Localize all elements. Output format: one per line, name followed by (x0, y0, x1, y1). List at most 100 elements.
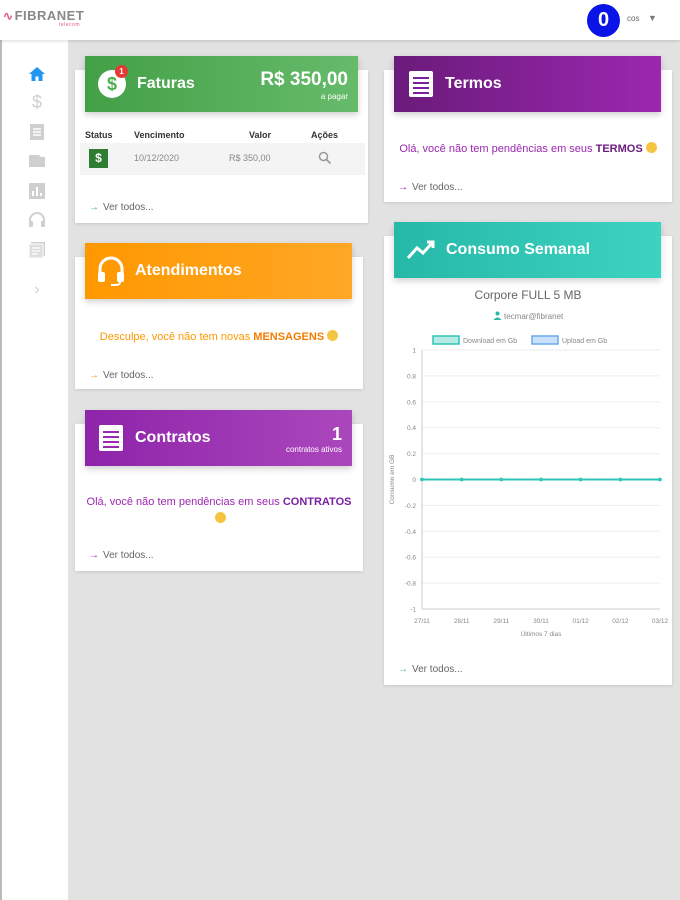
x-tick-label: 03/12 (652, 618, 669, 625)
plan-name: Corpore FULL 5 MB (474, 288, 582, 302)
y-tick-label: -0.4 (405, 529, 417, 536)
user-icon (493, 311, 502, 320)
sidebar: $ › (0, 40, 68, 900)
contratos-highlight: CONTRATOS (282, 496, 352, 508)
contratos-message: Olá, você não tem pendências em seus CON… (78, 494, 360, 528)
termos-message: Olá, você não tem pendências em seus TER… (388, 141, 668, 158)
faturas-title: Faturas (137, 75, 195, 92)
atendimentos-highlight: MENSAGENS (253, 331, 325, 343)
document-icon[interactable] (27, 122, 47, 142)
login-line: tecmar@fibranet (384, 311, 672, 321)
dollar-circle-icon: $ 1 (97, 65, 128, 99)
data-point (539, 477, 543, 482)
contratos-ver-todos-link[interactable]: → Ver todos... (89, 550, 154, 561)
legend-swatch (432, 335, 460, 345)
data-point (658, 477, 662, 482)
atendimentos-header[interactable]: Atendimentos (85, 243, 352, 299)
x-axis-label: Últimos 7 dias (521, 629, 563, 638)
contratos-count-sub: contratos ativos (285, 445, 342, 454)
search-icon[interactable] (318, 151, 332, 165)
x-tick-label: 27/11 (414, 618, 430, 625)
y-tick-label: -1 (410, 607, 416, 614)
contratos-header[interactable]: Contratos 1 contratos ativos (85, 410, 352, 466)
arrow-right-icon: → (398, 664, 408, 675)
atendimentos-title: Atendimentos (135, 262, 242, 279)
y-tick-label: 0.2 (407, 451, 416, 458)
termos-highlight: TERMOS (595, 143, 643, 155)
termos-message-text: Olá, você não tem pendências em seus (399, 143, 593, 155)
atendimentos-ver-todos-link[interactable]: → Ver todos... (89, 370, 154, 381)
y-tick-label: 0.4 (407, 425, 416, 432)
contract-icon[interactable] (27, 240, 47, 260)
y-tick-label: -0.8 (405, 581, 417, 588)
login-text: tecmar@fibranet (503, 312, 564, 321)
data-point (499, 477, 504, 482)
trending-up-icon (406, 239, 436, 261)
document-list-icon (407, 70, 435, 98)
column-valor: Valor (249, 130, 272, 140)
termos-header[interactable]: Termos (394, 56, 661, 112)
y-tick-label: 0.8 (407, 373, 416, 380)
brand-name: FIBRANET (14, 8, 85, 23)
y-tick-label: -0.2 (405, 503, 417, 510)
brand-logo[interactable]: ∿FIBRANET telecom (3, 8, 85, 28)
top-bar: ∿FIBRANET telecom 0 cos ▼ (0, 0, 680, 40)
data-point (578, 477, 583, 482)
svg-text:$: $ (107, 74, 117, 94)
contratos-title: Contratos (135, 429, 211, 446)
consumo-ver-todos-link[interactable]: → Ver todos... (398, 664, 463, 675)
user-avatar[interactable]: 0 (587, 4, 620, 37)
arrow-right-icon: → (89, 202, 99, 213)
atendimentos-message: Desculpe, você não tem novas MENSAGENS (80, 329, 358, 346)
consumo-title: Consumo Semanal (446, 241, 591, 258)
y-tick-label: -0.6 (405, 555, 417, 562)
y-axis-label: Consumo em GB (389, 455, 396, 505)
smile-emoji-icon (327, 330, 339, 341)
consumo-header[interactable]: Consumo Semanal (394, 222, 661, 278)
headset-icon (97, 256, 125, 286)
caret-down-icon[interactable]: ▼ (648, 13, 657, 23)
arrow-right-icon: → (89, 370, 99, 381)
faturas-amount: R$ 350,00 (260, 69, 348, 90)
y-tick-label: 0 (412, 477, 416, 484)
status-paid-icon: $ (89, 149, 108, 168)
chevron-right-icon[interactable]: › (27, 280, 47, 300)
ver-todos-label: Ver todos... (103, 370, 154, 381)
legend-swatch (531, 335, 559, 345)
y-tick-label: 0.6 (407, 399, 416, 406)
x-tick-label: 29/11 (493, 618, 509, 625)
faturas-header[interactable]: $ 1 Faturas R$ 350,00 a pagar (85, 56, 358, 112)
folder-icon[interactable] (27, 151, 47, 171)
headset-icon[interactable] (27, 210, 47, 230)
ver-todos-label: Ver todos... (103, 202, 154, 213)
contratos-message-text: Olá, você não tem pendências em seus (86, 496, 280, 508)
y-tick-label: 1 (412, 348, 416, 355)
ver-todos-label: Ver todos... (103, 550, 154, 561)
data-point (420, 477, 424, 482)
smile-emoji-icon (215, 512, 226, 523)
faturas-amount-sub: a pagar (320, 92, 348, 101)
column-status: Status (85, 130, 113, 140)
document-list-icon (97, 424, 125, 452)
data-point (459, 477, 464, 482)
legend-label: Download em Gb (463, 338, 517, 345)
termos-ver-todos-link[interactable]: → Ver todos... (398, 182, 463, 193)
atendimentos-message-text: Desculpe, você não tem novas (99, 331, 251, 343)
bar-chart-icon[interactable] (27, 181, 47, 201)
home-icon[interactable] (27, 64, 47, 84)
x-tick-label: 01/12 (573, 618, 590, 625)
user-name[interactable]: cos (627, 14, 639, 23)
ver-todos-label: Ver todos... (412, 182, 463, 193)
x-tick-label: 02/12 (612, 618, 629, 625)
faturas-ver-todos-link[interactable]: → Ver todos... (89, 202, 154, 213)
column-acoes: Ações (311, 130, 339, 140)
brand-tagline: telecom (59, 22, 81, 28)
data-point (618, 477, 623, 482)
smile-emoji-icon (645, 142, 657, 153)
dollar-icon[interactable]: $ (27, 92, 47, 112)
row-vencimento: 10/12/2020 (134, 153, 180, 163)
termos-title: Termos (445, 75, 502, 92)
arrow-right-icon: → (89, 550, 99, 561)
column-vencimento: Vencimento (134, 130, 185, 140)
x-tick-label: 28/11 (454, 618, 470, 625)
